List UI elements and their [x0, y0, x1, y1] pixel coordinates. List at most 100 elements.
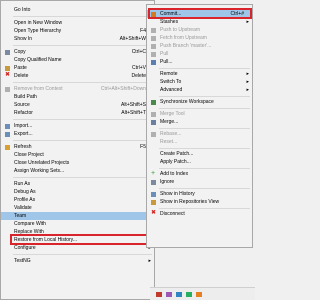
submenu-arrow-icon: ▸ [246, 87, 249, 93]
main_menu-item-assign-working-sets[interactable]: Assign Working Sets... [1, 167, 154, 175]
team_menu-item-add-to-index[interactable]: + Add to Index [147, 170, 252, 178]
main_menu-item-profile-as[interactable]: Profile As▸ [1, 196, 154, 204]
team_menu-item-synchronize-workspace[interactable]: Synchronize Workspace [147, 98, 252, 106]
menu-separator [159, 208, 250, 209]
main_menu-item-label: Open in New Window [14, 20, 63, 26]
submenu-arrow-icon: ▸ [246, 79, 249, 85]
team_menu-item-label: Merge... [160, 119, 179, 125]
team_menu-item-fetch-from-upstream[interactable]: Fetch from Upstream [147, 34, 252, 42]
team_menu-item-label: Merge Tool [160, 111, 185, 117]
main_menu-item-remove-from-context[interactable]: Remove from Context Ctrl+Alt+Shift+Down [1, 85, 154, 93]
team_menu-item-label: Rebase... [160, 131, 182, 137]
team_menu-item-label: Pull [160, 51, 169, 57]
main_menu-item-validate[interactable]: Validate [1, 204, 154, 212]
team_menu-item-label: Push to Upstream [160, 27, 201, 33]
main_menu-item-label: Open Type Hierarchy [14, 28, 62, 34]
main_menu-item-label: Export... [14, 131, 33, 137]
delete-icon: ✖ [5, 72, 11, 78]
main_menu-item-shortcut: Alt+Shift+T [121, 110, 146, 116]
main_menu-item-import[interactable]: Import... [1, 122, 154, 130]
history-icon [151, 192, 156, 197]
main_menu-item-go-into[interactable]: Go Into [1, 6, 154, 14]
window-icon [176, 292, 182, 297]
context-menu: Go Into Open in New Window Open Type Hiera… [0, 0, 155, 300]
main_menu-item-label: Validate [14, 205, 32, 211]
team_menu-item-label: Advanced [160, 87, 183, 93]
main_menu-item-team[interactable]: Team▸ [1, 212, 154, 220]
rebase-icon [151, 132, 156, 137]
menu-separator [159, 128, 250, 129]
team_menu-item-stashes[interactable]: Stashes ▸ [147, 18, 252, 26]
add-to-index-icon: + [151, 170, 156, 177]
main_menu-item-export[interactable]: Export... [1, 130, 154, 138]
submenu-arrow-icon: ▸ [246, 19, 249, 25]
main_menu-item-refactor[interactable]: RefactorAlt+Shift+T▸ [1, 109, 154, 117]
merge-tool-icon [151, 112, 156, 117]
main_menu-item-delete[interactable]: ✖ Delete Delete [1, 72, 154, 80]
team_menu-item-create-patch[interactable]: Create Patch... [147, 150, 252, 158]
team-highlight-box [10, 234, 152, 245]
team_menu-item-switch-to[interactable]: Switch To ▸ [147, 78, 252, 86]
menu-separator [159, 108, 250, 109]
submenu-arrow-icon: ▸ [148, 258, 151, 264]
team_menu-item-pull[interactable]: Pull [147, 50, 252, 58]
menu-separator [13, 254, 152, 255]
team_menu-item-advanced[interactable]: Advanced ▸ [147, 86, 252, 94]
main_menu-item-label: Import... [14, 123, 33, 129]
team_menu-item-apply-patch[interactable]: Apply Patch... [147, 158, 252, 166]
main_menu-item-source[interactable]: SourceAlt+Shift+S▸ [1, 101, 154, 109]
team_menu-item-ignore[interactable]: Ignore [147, 178, 252, 186]
main_menu-item-paste[interactable]: Paste Ctrl+V [1, 64, 154, 72]
team_menu-item-show-in-history[interactable]: Show in History [147, 190, 252, 198]
fetch-upstream-icon [151, 36, 156, 41]
main_menu-item-copy-qualified-name[interactable]: Copy Qualified Name [1, 56, 154, 64]
team_menu-item-reset[interactable]: Reset... [147, 138, 252, 146]
menu-separator [159, 148, 250, 149]
main_menu-item-debug-as[interactable]: Debug As▸ [1, 188, 154, 196]
main_menu-item-open-in-new-window[interactable]: Open in New Window [1, 19, 154, 27]
refresh-icon [5, 145, 10, 150]
main_menu-item-build-path[interactable]: Build Path▸ [1, 93, 154, 101]
team_menu-item-push-to-upstream[interactable]: Push to Upstream [147, 26, 252, 34]
main_menu-item-refresh[interactable]: Refresh F5 [1, 143, 154, 151]
team_menu-item-label: Remote [160, 71, 178, 77]
team_menu-item-label: Create Patch... [160, 151, 194, 157]
main_menu-item-show-in[interactable]: Show InAlt+Shift+W▸ [1, 35, 154, 43]
main_menu-item-open-type-hierarchy[interactable]: Open Type Hierarchy F4 [1, 27, 154, 35]
team_menu-item-label: Switch To [160, 79, 182, 85]
team_menu-item-push-branch-master[interactable]: Push Branch 'master'... [147, 42, 252, 50]
menu-separator [13, 119, 152, 120]
main_menu-item-close-unrelated-projects[interactable]: Close Unrelated Projects [1, 159, 154, 167]
team_menu-item-label: Fetch from Upstream [160, 35, 207, 41]
main_menu-item-testng[interactable]: TestNG ▸ [1, 257, 154, 265]
team_menu-item-label: Disconnect [160, 211, 185, 217]
main_menu-item-configure[interactable]: Configure ▸ [1, 244, 154, 252]
team_menu-item-rebase[interactable]: Rebase... [147, 130, 252, 138]
team_menu-item-disconnect[interactable]: ✖ Disconnect [147, 210, 252, 218]
team_menu-item-label: Ignore [160, 179, 175, 185]
menu-separator [13, 16, 152, 17]
team_menu-item-label: Add to Index [160, 171, 189, 177]
main_menu-item-label: Close Unrelated Projects [14, 160, 70, 166]
main_menu-item-label: Delete [14, 73, 29, 79]
main_menu-item-compare-with[interactable]: Compare With▸ [1, 220, 154, 228]
main_menu-item-run-as[interactable]: Run As▸ [1, 180, 154, 188]
main_menu-item-label: Remove from Context [14, 86, 63, 92]
submenu-arrow-icon: ▸ [246, 71, 249, 77]
window-icon [186, 292, 192, 297]
disconnect-icon: ✖ [151, 210, 157, 216]
team_menu-item-merge[interactable]: Merge... [147, 118, 252, 126]
team_menu-item-label: Apply Patch... [160, 159, 191, 165]
main_menu-item-close-project[interactable]: Close Project [1, 151, 154, 159]
main_menu-item-label: Paste [14, 65, 27, 71]
main_menu-item-label: Debug As [14, 189, 36, 195]
paste-icon [5, 66, 10, 71]
team_menu-item-pull[interactable]: Pull... [147, 58, 252, 66]
main_menu-item-copy[interactable]: Copy Ctrl+C [1, 48, 154, 56]
team_menu-item-show-in-repositories-view[interactable]: Show in Repositories View [147, 198, 252, 206]
copy-icon [5, 50, 10, 55]
team_menu-item-merge-tool[interactable]: Merge Tool [147, 110, 252, 118]
team_menu-item-remote[interactable]: Remote ▸ [147, 70, 252, 78]
menu-separator [159, 188, 250, 189]
merge-icon [151, 120, 156, 125]
